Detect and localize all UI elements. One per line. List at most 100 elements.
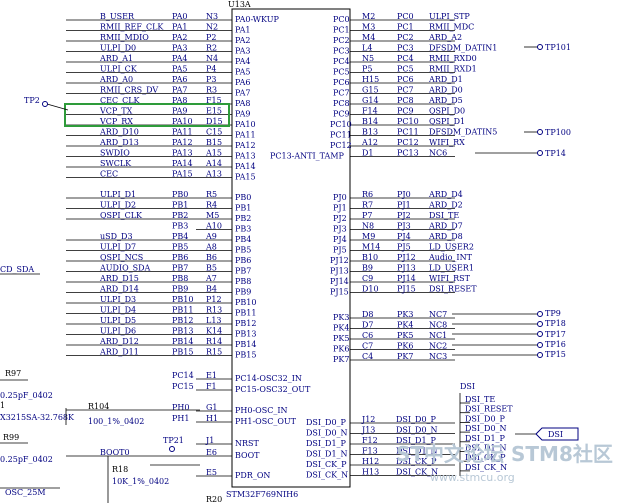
left-port-label: PB3 xyxy=(172,222,188,231)
left-pin-name: PB3 xyxy=(235,225,251,234)
test-point-tp2[interactable]: TP2 xyxy=(24,96,69,111)
right-net-label: NC8 xyxy=(429,321,447,330)
xtal-label: X3215SA-32.768K xyxy=(0,413,75,422)
test-point-tp14[interactable]: TP14 xyxy=(475,149,566,158)
right-pin-name: PC13-ANTI_TAMP xyxy=(270,152,345,161)
right-ball-label: F12 xyxy=(362,436,378,445)
left-net-label: ARD_A0 xyxy=(99,75,133,84)
test-point-tp9[interactable]: TP9 xyxy=(452,309,561,318)
left-port-label: PA10 xyxy=(172,117,193,126)
right-pin-name: PC8 xyxy=(333,99,350,108)
left-net-label: ULPI_D6 xyxy=(100,327,136,336)
left-ball-label: R15 xyxy=(206,348,222,357)
right-pin-name: PJ1 xyxy=(333,204,347,213)
left-pin-row: ULPI_D0 PA3 R2 PA3 xyxy=(66,44,251,56)
left-pin-name: PB13 xyxy=(235,330,256,339)
left-pin-row: ULPI_D7 PB5 A8 PB5 xyxy=(66,243,251,255)
right-port-label: PJ13 xyxy=(397,264,416,273)
left-pin-name: PA6 xyxy=(235,78,251,87)
r20-label: R20 xyxy=(206,495,222,503)
r97-label: R97 xyxy=(5,369,21,378)
left-ball-label: N3 xyxy=(206,12,218,21)
left-port-label: PB6 xyxy=(172,253,188,262)
right-ball-label: M14 xyxy=(362,243,380,252)
right-pin-name: PC4 xyxy=(333,57,350,66)
left-port-label: PB0 xyxy=(172,190,188,199)
left-port-label: PA5 xyxy=(172,65,188,74)
right-ball-label: C6 xyxy=(362,331,373,340)
left-pin-row: SWDIO PA13 A15 PA13 xyxy=(66,149,256,161)
right-port-label: PK7 xyxy=(397,352,413,361)
left-net-label: ARD_D12 xyxy=(99,337,139,346)
right-net-label: NC6 xyxy=(429,149,447,158)
right-ball-label: G14 xyxy=(362,96,379,105)
left-pin-name: PA12 xyxy=(235,141,256,150)
left-pin-name: PA7 xyxy=(235,89,251,98)
r99-label: R99 xyxy=(3,433,19,442)
test-point-tp18[interactable]: TP18 xyxy=(452,319,566,328)
left-pin-row: RMII_MDIO PA2 P2 PA2 xyxy=(66,33,251,45)
right-port-label: PC12 xyxy=(397,138,419,147)
right-ball-label: M9 xyxy=(362,232,375,241)
test-point-tp17[interactable]: TP17 xyxy=(452,330,566,339)
left-port-label: PA0 xyxy=(172,12,188,21)
left-port-label: PA13 xyxy=(172,149,193,158)
left-pin-name: PB0 xyxy=(235,193,251,202)
left-pin-row: ARD_D10 PA11 C15 PA11 xyxy=(66,128,256,140)
right-ball-label: M2 xyxy=(362,12,375,21)
vcp-highlight-box[interactable] xyxy=(64,103,230,127)
left-port-label: PA6 xyxy=(172,75,188,84)
left-net-label: ULPI_D5 xyxy=(100,316,136,325)
right-port-label: PC3 xyxy=(397,44,414,53)
right-ball-label: M4 xyxy=(362,33,375,42)
left-pin-name: PC14-OSC32_IN xyxy=(235,374,302,383)
left-ball-label: R5 xyxy=(206,190,217,199)
left-net-label: QSPI_CLK xyxy=(100,211,143,220)
right-ball-label: L4 xyxy=(362,44,372,53)
test-point-tp101[interactable]: TP101 xyxy=(524,43,571,52)
left-pin-row: RMII_CRS_DV PA7 R3 PA7 xyxy=(66,86,251,98)
test-point-tp16[interactable]: TP16 xyxy=(452,340,566,349)
left-pin-row: ARD_D11 PB15 R15 PB15 xyxy=(66,348,256,360)
right-pin-name: PC5 xyxy=(333,68,350,77)
left-pin-name: PB4 xyxy=(235,235,251,244)
left-pin-name: BOOT xyxy=(235,451,260,460)
right-pin-name: PC2 xyxy=(333,36,350,45)
left-port-label: PB14 xyxy=(172,337,193,346)
right-net-label: ULPI_STP xyxy=(429,12,470,21)
right-net-label: QSPI_D0 xyxy=(429,107,465,116)
right-ball-label: H12 xyxy=(362,457,379,466)
right-net-label: ARD_D8 xyxy=(428,232,463,241)
left-pin-name: PA10 xyxy=(235,120,256,129)
left-port-label: PB13 xyxy=(172,327,193,336)
right-ball-label: B9 xyxy=(362,264,373,273)
left-pin-name: PB7 xyxy=(235,267,251,276)
left-pin-row: ULPI_D4 PB11 R13 PB11 xyxy=(66,306,256,318)
right-net-label: WIFI_RST xyxy=(429,274,471,283)
test-point-tp21[interactable]: TP21 xyxy=(163,436,184,452)
right-port-label: PK6 xyxy=(397,342,413,351)
left-pin-row: ULPI_CK PA5 P4 PA5 xyxy=(66,65,251,77)
left-pin-name: PA14 xyxy=(235,162,256,171)
left-pin-name: PDR_ON xyxy=(235,471,270,480)
left-pin-name: PA5 xyxy=(235,68,251,77)
left-port-label: PA14 xyxy=(172,159,193,168)
left-ball-label: B5 xyxy=(206,264,217,273)
right-port-label: PC4 xyxy=(397,54,414,63)
test-point-tp15[interactable]: TP15 xyxy=(452,350,566,359)
test-point-tp100[interactable]: TP100 xyxy=(524,128,571,137)
right-port-label: PK5 xyxy=(397,331,413,340)
left-ball-label: N4 xyxy=(206,54,218,63)
left-pin-row: CEC_CLK PA8 F15 PA8 xyxy=(66,96,251,108)
left-port-label: PH0 xyxy=(172,403,189,412)
right-port-label: PC1 xyxy=(397,23,414,32)
left-pin-row: ARD_A1 PA4 N4 PA4 xyxy=(66,54,251,66)
left-port-label: PC15 xyxy=(172,382,194,391)
right-pin-name: PC11 xyxy=(330,131,352,140)
right-net-label: ARD_D0 xyxy=(428,86,463,95)
right-ball-label: D1 xyxy=(362,149,374,158)
right-net-label: ARD_D5 xyxy=(428,96,463,105)
left-net-label: RMII_REF_CLK xyxy=(100,23,164,32)
right-pin-name: PJ12 xyxy=(330,256,349,265)
right-pin-name: PC0 xyxy=(333,15,350,24)
